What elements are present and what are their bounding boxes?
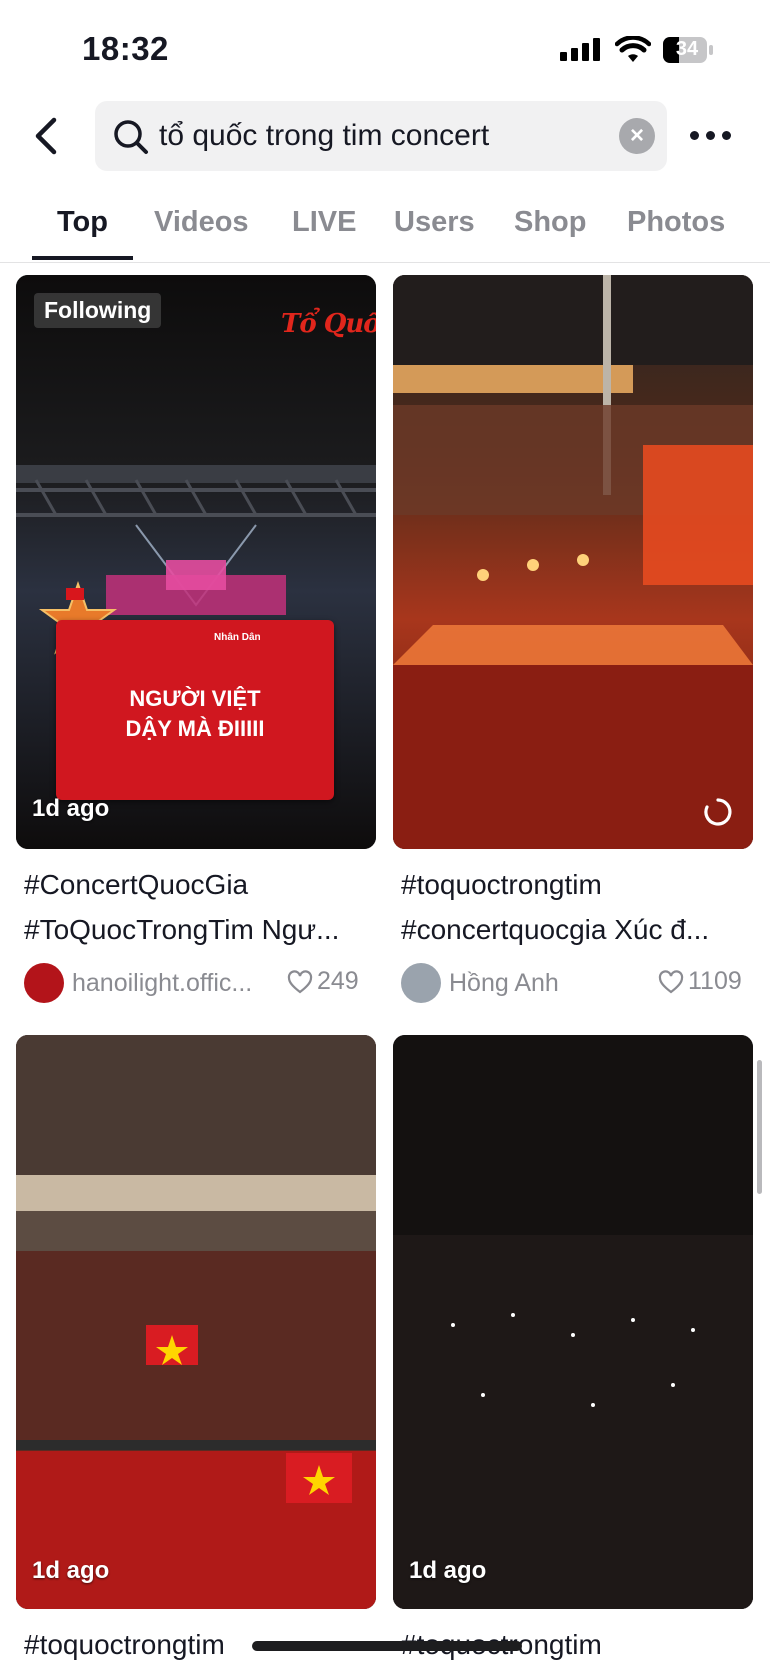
heart-icon (287, 969, 313, 993)
following-badge: Following (34, 293, 162, 328)
caption-line[interactable]: #toquoctrongtim (401, 862, 751, 907)
tab-photos[interactable]: Photos (627, 206, 725, 239)
card-headline-1: NGƯỜI VIỆT (129, 686, 261, 711)
battery-level: 34 (675, 38, 699, 60)
avatar[interactable] (401, 963, 441, 1003)
search-bar[interactable]: tổ quốc trong tim concert × (95, 101, 667, 171)
tab-live[interactable]: LIVE (292, 206, 356, 239)
search-icon (114, 120, 148, 154)
video-thumbnail[interactable] (393, 275, 753, 849)
author-name[interactable]: hanoilight.offic... (72, 969, 272, 998)
battery-icon: 34 (662, 36, 714, 64)
like-count[interactable]: 1109 (658, 967, 742, 996)
scroll-indicator[interactable] (757, 1060, 762, 1194)
author-name[interactable]: Hồng Anh (449, 969, 629, 998)
home-indicator[interactable] (252, 1641, 522, 1651)
post-age: 1d ago (409, 1557, 487, 1584)
post-meta: hanoilight.offic... 249 (24, 963, 374, 1005)
card-brand: Nhân Dân (214, 632, 261, 643)
post-meta: Hồng Anh 1109 (401, 963, 751, 1005)
avatar[interactable] (24, 963, 64, 1003)
tab-videos[interactable]: Videos (154, 206, 249, 239)
cellular-signal-icon (560, 38, 607, 61)
post-age: 1d ago (32, 795, 110, 822)
caption-line[interactable]: #ToQuocTrongTim Ngư... (24, 907, 364, 952)
back-arrow-icon[interactable] (28, 114, 68, 158)
card-headline-2: DẬY MÀ ĐIIIII (125, 716, 265, 741)
like-count-value: 1109 (688, 967, 742, 995)
tab-top[interactable]: Top (57, 206, 108, 239)
more-options-icon[interactable] (690, 125, 740, 145)
post-age: 1d ago (32, 1557, 110, 1584)
video-thumbnail[interactable]: 1d ago (393, 1035, 753, 1609)
loading-spinner-icon (704, 798, 732, 826)
flag-waving-stage-image (16, 1035, 376, 1609)
caption-line[interactable]: #ConcertQuocGia (24, 862, 374, 907)
search-tabs: Top Videos LIVE Users Shop Photos (0, 196, 770, 263)
like-count[interactable]: 249 (287, 967, 359, 996)
announcement-card: Nhân Dân NGƯỜI VIỆT DẬY MÀ ĐIIIII (56, 620, 334, 800)
caption-line[interactable]: #concertquocgia Xúc đ... (401, 907, 746, 952)
to-quoc-logo: Tổ Quốc (281, 309, 376, 339)
status-time: 18:32 (82, 30, 169, 67)
search-input[interactable]: tổ quốc trong tim concert (159, 119, 489, 153)
active-tab-indicator (32, 256, 133, 260)
heart-icon (658, 969, 684, 993)
tab-users[interactable]: Users (394, 206, 475, 239)
status-bar: 18:32 34 (0, 0, 770, 96)
stadium-crowd-image (393, 275, 753, 849)
wifi-icon (615, 36, 651, 62)
video-thumbnail[interactable]: Following Tổ Quốc Nhân Dân NGƯỜI VIỆT DẬ… (16, 275, 376, 849)
video-thumbnail[interactable]: 1d ago (16, 1035, 376, 1609)
dark-stadium-image (393, 1035, 753, 1609)
like-count-value: 249 (317, 967, 359, 995)
clear-search-icon[interactable]: × (619, 118, 655, 154)
tab-shop[interactable]: Shop (514, 206, 587, 239)
